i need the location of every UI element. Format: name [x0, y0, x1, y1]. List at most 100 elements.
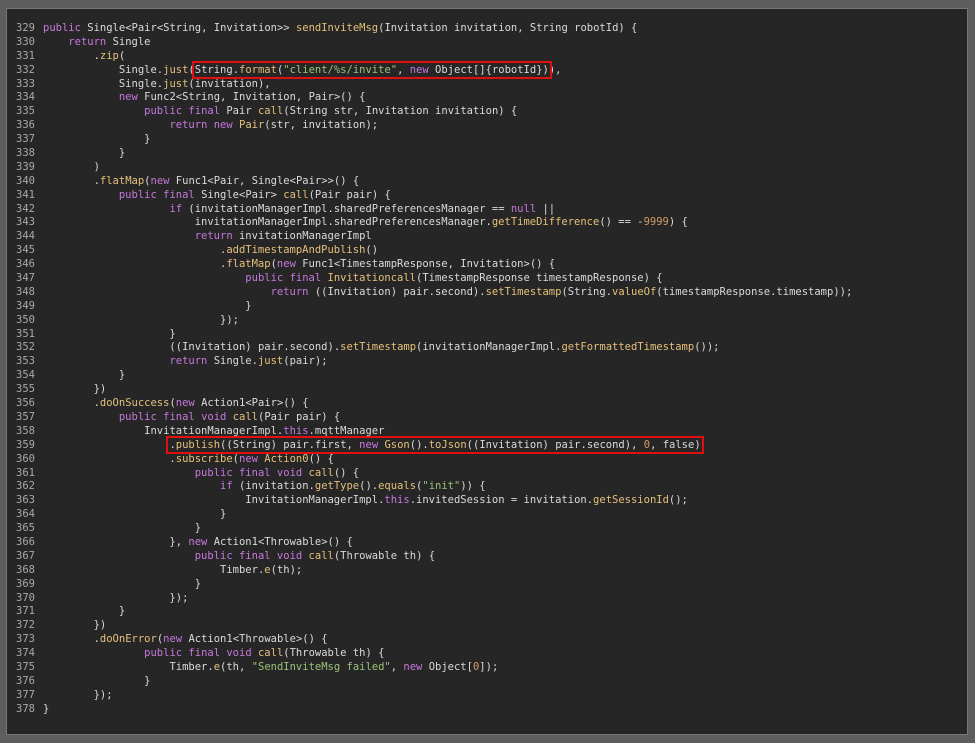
code-line: 332 Single.just(String.format("client/%s… [16, 60, 852, 79]
line-text: .doOnSuccess(new Action1<Pair>() { [43, 397, 309, 410]
line-number: 336 [16, 119, 35, 132]
line-text: } [43, 577, 202, 590]
line-number: 346 [16, 258, 35, 271]
code-line: 370 }); [16, 592, 852, 606]
line-text: }); [43, 313, 239, 326]
code-line: 342 if (invitationManagerImpl.sharedPref… [16, 203, 852, 217]
line-number: 348 [16, 285, 35, 298]
code-line: 365 } [16, 522, 852, 536]
code-line: 378} [16, 703, 852, 717]
line-number: 364 [16, 508, 35, 521]
line-number: 339 [16, 160, 35, 173]
code-line: 330 return Single [16, 36, 852, 50]
code-line: 347 public final Invitationcall(Timestam… [16, 272, 852, 286]
line-text: .addTimestampAndPublish() [43, 244, 379, 257]
line-number: 359 [16, 438, 35, 451]
line-number: 332 [16, 63, 35, 76]
line-number: 355 [16, 383, 35, 396]
code-line: 361 public final void call() { [16, 467, 852, 481]
code-line: 355 }) [16, 383, 852, 397]
line-number: 345 [16, 244, 35, 257]
code-line: 377 }); [16, 689, 852, 703]
line-number: 335 [16, 105, 35, 118]
line-number: 351 [16, 327, 35, 340]
line-number: 373 [16, 633, 35, 646]
line-text: }) [43, 619, 107, 632]
line-text: if (invitation.getType().equals("init"))… [220, 480, 486, 493]
code-line: 343 invitationManagerImpl.sharedPreferen… [16, 216, 852, 230]
code-listing: 329 public Single<Pair<String, Invitation… [16, 22, 852, 717]
line-number: 338 [16, 147, 35, 160]
code-line: 333 Single.just(invitation), [16, 78, 852, 92]
code-line: 341 public final Single<Pair> call(Pair … [16, 189, 852, 203]
code-line: 334 new Func2<String, Invitation, Pair>(… [16, 91, 852, 105]
line-number: 362 [16, 480, 35, 493]
line-number: 337 [16, 133, 35, 146]
line-text: } [43, 327, 176, 340]
line-text: new Func2<String, Invitation, Pair>() { [118, 91, 366, 104]
line-text: Timber.e(th, "SendInviteMsg failed", new… [169, 660, 499, 673]
line-text: } [43, 133, 151, 146]
line-text: public final Invitationcall(TimestampRes… [245, 272, 663, 285]
line-number: 342 [16, 202, 35, 215]
code-line: 349 } [16, 300, 852, 314]
line-number: 354 [16, 369, 35, 382]
code-line: 367 public final void call(Throwable th)… [16, 550, 852, 564]
line-number: 329 [16, 22, 35, 34]
line-number: 344 [16, 230, 35, 243]
line-text: public Single<Pair<String, Invitation>> … [43, 22, 638, 34]
line-number: 372 [16, 619, 35, 632]
code-line: 375 Timber.e(th, "SendInviteMsg failed",… [16, 661, 852, 675]
line-text: .flatMap(new Func1<TimestampResponse, In… [43, 258, 556, 271]
line-text: } [43, 674, 151, 687]
line-text: invitationManagerImpl.sharedPreferencesM… [194, 216, 688, 229]
line-number: 374 [16, 647, 35, 660]
line-text: } [43, 147, 126, 160]
line-text: InvitationManagerImpl.this.mqttManager [144, 424, 385, 437]
code-line: 335 public final Pair call(String str, I… [16, 105, 852, 119]
line-text: ((Invitation) pair.second).setTimestamp(… [43, 341, 720, 354]
line-number: 366 [16, 535, 35, 548]
code-line: 356 .doOnSuccess(new Action1<Pair>() { [16, 397, 852, 411]
line-number: 371 [16, 605, 35, 618]
line-number: 370 [16, 591, 35, 604]
code-line: 357 public final void call(Pair pair) { [16, 411, 852, 425]
code-line: 329 public Single<Pair<String, Invitation… [16, 22, 852, 36]
code-line: 350 }); [16, 314, 852, 328]
code-line: 376 } [16, 675, 852, 689]
code-line: 366 }, new Action1<Throwable>() { [16, 536, 852, 550]
line-number: 341 [16, 188, 35, 201]
line-text: Single.just(String.format("client/%s/inv… [118, 60, 562, 79]
code-line: 369 } [16, 578, 852, 592]
line-number: 378 [16, 702, 35, 715]
code-line: 358 InvitationManagerImpl.this.mqttManag… [16, 425, 852, 439]
line-text: return Single [68, 35, 151, 48]
line-number: 350 [16, 313, 35, 326]
line-text: }, new Action1<Throwable>() { [43, 535, 353, 548]
line-number: 356 [16, 397, 35, 410]
line-text: } [43, 605, 126, 618]
code-line: 364 } [16, 508, 852, 522]
code-line: 344 return invitationManagerImpl [16, 230, 852, 244]
line-text: public final void call(Throwable th) { [144, 647, 385, 660]
line-text: return ((Invitation) pair.second).setTim… [270, 285, 853, 298]
line-number: 375 [16, 660, 35, 673]
code-viewer-window: 329 public Single<Pair<String, Invitation… [6, 8, 968, 735]
code-line: 353 return Single.just(pair); [16, 355, 852, 369]
line-text: } [43, 508, 227, 521]
line-number: 360 [16, 452, 35, 465]
line-number: 340 [16, 174, 35, 187]
line-text: public final void call() { [194, 466, 360, 479]
code-line: 339 ) [16, 161, 852, 175]
highlight-box: .publish((String) pair.first, new Gson()… [166, 435, 704, 454]
line-number: 343 [16, 216, 35, 229]
line-number: 358 [16, 424, 35, 437]
code-line: 348 return ((Invitation) pair.second).se… [16, 286, 852, 300]
line-text: .publish((String) pair.first, new Gson()… [43, 435, 704, 454]
line-text: return invitationManagerImpl [194, 230, 372, 243]
line-text: return new Pair(str, invitation); [169, 119, 379, 132]
line-text: Timber.e(th); [220, 563, 303, 576]
line-text: ) [43, 160, 100, 173]
line-number: 363 [16, 494, 35, 507]
line-text: }); [43, 591, 189, 604]
